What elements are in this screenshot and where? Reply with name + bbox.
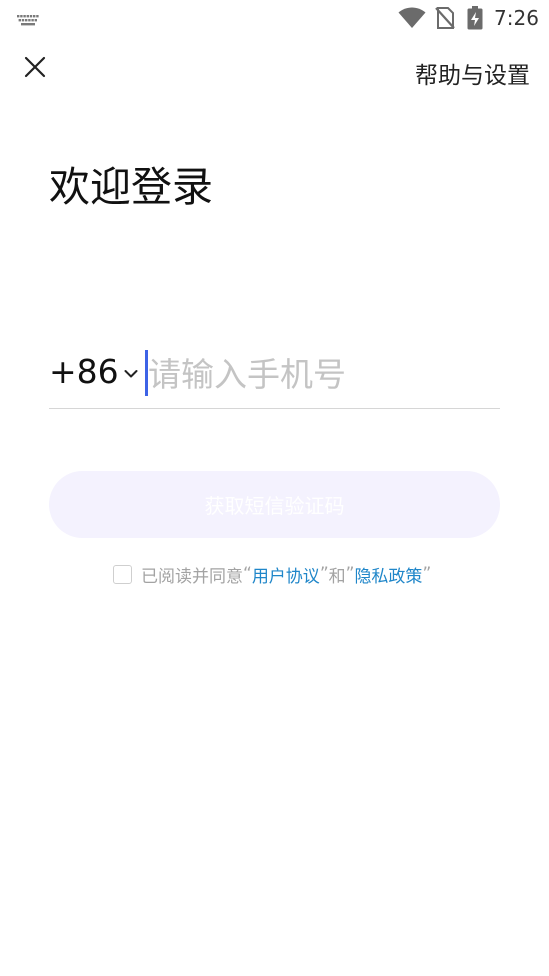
agreement-quote-close-1: ”	[319, 564, 329, 584]
agreement-checkbox[interactable]	[113, 564, 132, 584]
page-title: 欢迎登录	[49, 163, 213, 211]
close-icon	[24, 56, 46, 82]
status-time: 7:26	[494, 6, 539, 30]
agreement-quote-open-2: ”	[345, 564, 355, 584]
get-sms-code-button[interactable]: 获取短信验证码	[49, 471, 500, 538]
close-button[interactable]	[18, 52, 52, 86]
user-agreement-link[interactable]: 用户协议	[252, 562, 320, 587]
privacy-policy-link[interactable]: 隐私政策	[354, 562, 422, 587]
agreement-quote-close-2: ”	[422, 564, 432, 584]
country-code-label: +86	[49, 352, 119, 391]
wifi-icon	[398, 7, 426, 33]
agreement-quote-open-1: “	[243, 564, 252, 584]
agreement-prefix: 已阅读并同意	[141, 566, 243, 587]
agreement-row: 已阅读并同意 “ 用户协议 ” 和 ” 隐私政策 ”	[113, 562, 432, 587]
battery-charging-icon	[467, 6, 483, 34]
country-code-selector[interactable]: +86	[49, 352, 138, 391]
phone-number-input[interactable]	[148, 350, 488, 398]
status-bar: 7:26	[0, 0, 549, 36]
no-sim-icon	[435, 7, 455, 33]
agreement-conjunction: 和	[328, 566, 346, 587]
phone-input-row: +86	[49, 348, 500, 409]
keyboard-icon	[17, 12, 39, 31]
help-settings-link[interactable]: 帮助与设置	[415, 56, 530, 90]
chevron-down-icon	[124, 364, 138, 383]
